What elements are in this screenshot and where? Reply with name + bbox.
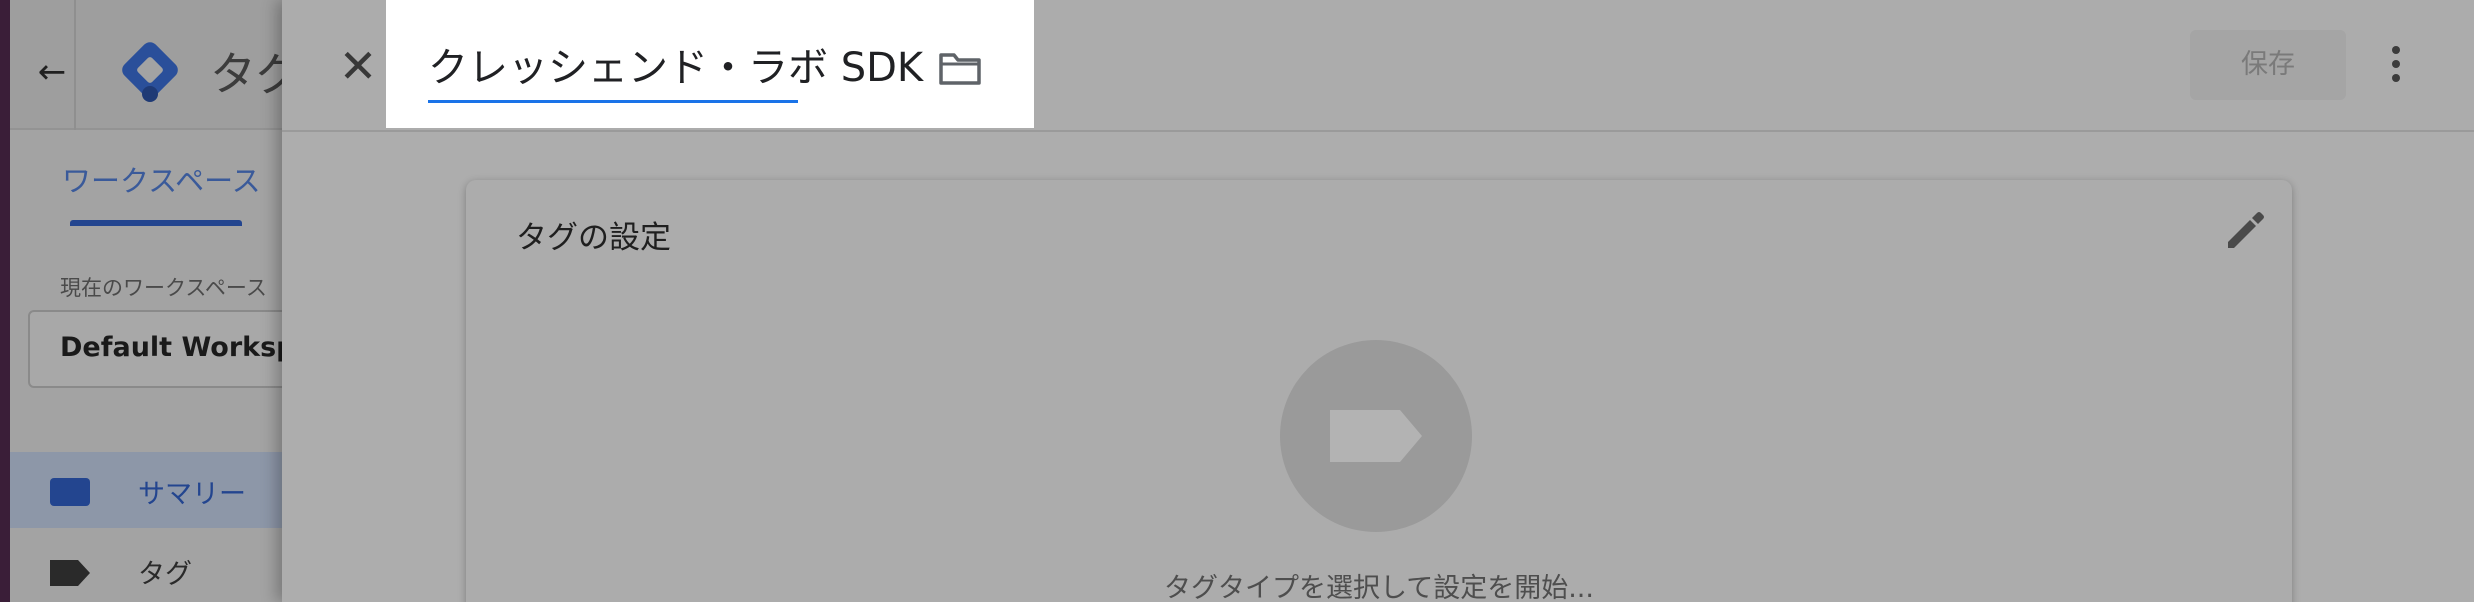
- screen: ← タグ ワークスペース 現在のワークスペース Default Workspa …: [0, 0, 2474, 602]
- drawer-header: ✕ クレッシェンド・ラボ SDK 保存: [282, 0, 2474, 132]
- tag-icon: [50, 560, 90, 586]
- topbar-divider: [74, 0, 76, 130]
- sidebar-item-summary-label: サマリー: [138, 479, 246, 510]
- tag-type-selector[interactable]: [1280, 340, 1472, 532]
- tag-icon: [1330, 410, 1422, 462]
- workspace-label: 現在のワークスペース: [60, 276, 267, 300]
- window-edge: [0, 0, 10, 602]
- pencil-icon[interactable]: [2222, 208, 2268, 254]
- folder-icon[interactable]: [938, 50, 982, 86]
- tag-configuration-card[interactable]: タグの設定 タグタイプを選択して設定を開始...: [466, 180, 2292, 602]
- card-title: タグの設定: [516, 220, 671, 256]
- tag-editor-drawer: ✕ クレッシェンド・ラボ SDK 保存 タグの設定 タグタイプを選択して設定を開…: [282, 0, 2474, 602]
- arrow-back-icon[interactable]: ←: [28, 48, 76, 96]
- gtm-logo-icon: [122, 42, 178, 102]
- tag-name-underline: [428, 100, 798, 103]
- background-topbar: ← タグ: [10, 0, 302, 130]
- more-vert-icon[interactable]: [2384, 40, 2408, 90]
- tag-type-hint: タグタイプを選択して設定を開始...: [1164, 573, 1594, 602]
- sidebar-item-tags-label[interactable]: タグ: [138, 552, 192, 591]
- tag-name-field[interactable]: クレッシェンド・ラボ SDK: [428, 36, 923, 100]
- tab-active-indicator: [70, 220, 242, 226]
- briefcase-icon: [50, 478, 90, 506]
- save-button[interactable]: 保存: [2190, 30, 2346, 100]
- close-icon[interactable]: ✕: [330, 38, 386, 94]
- tab-workspace[interactable]: ワークスペース: [62, 158, 261, 200]
- tag-name-editor[interactable]: クレッシェンド・ラボ SDK: [386, 0, 1034, 128]
- workspace-value: Default Workspa: [60, 332, 314, 363]
